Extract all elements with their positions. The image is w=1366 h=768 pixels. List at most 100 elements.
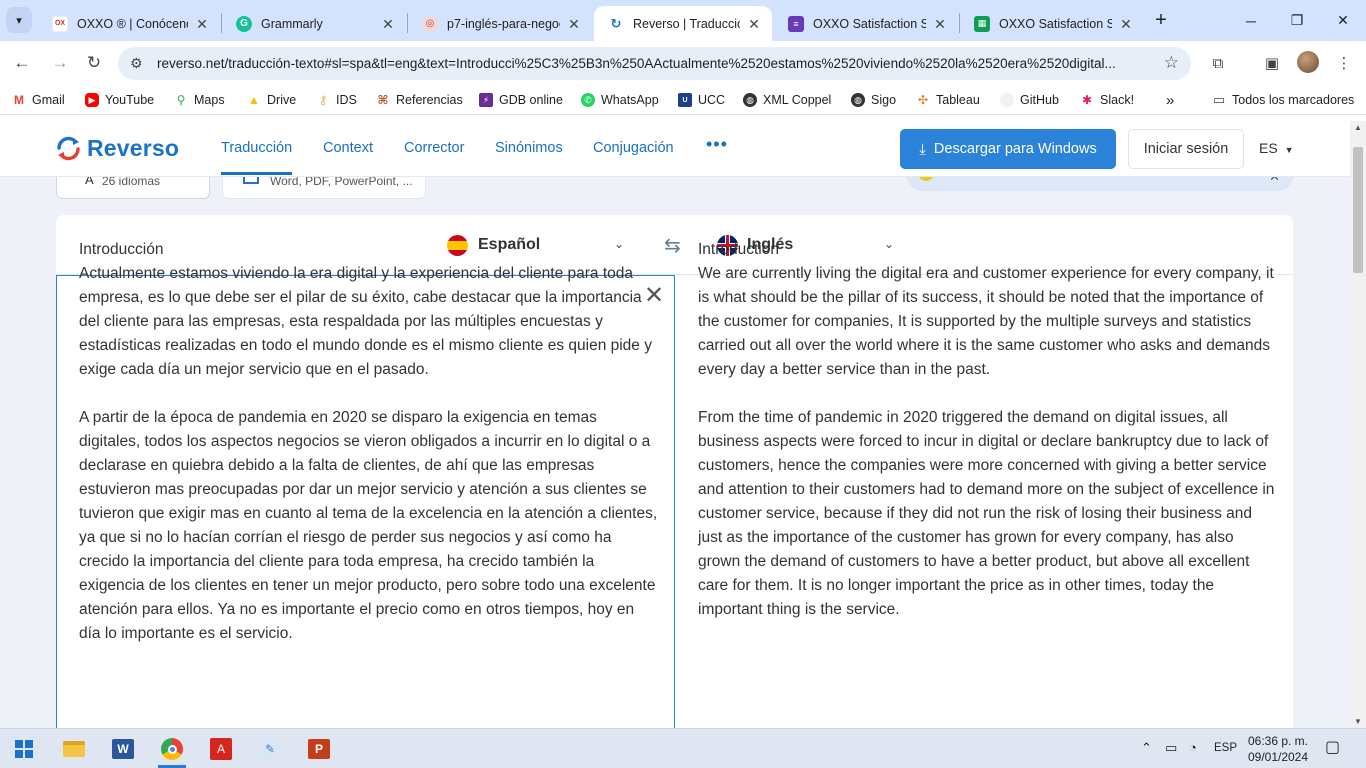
tab-oxxo-forms[interactable]: ≡ OXXO Satisfaction Su ✕	[774, 6, 958, 41]
nav-corrector[interactable]: Corrector	[404, 140, 464, 156]
forms-icon: ≡	[788, 15, 804, 32]
battery-icon[interactable]: ▭	[1165, 740, 1177, 756]
ids-icon: ⚷	[316, 93, 330, 107]
close-icon[interactable]: ✕	[566, 16, 582, 32]
palette-icon: ✎	[259, 739, 281, 759]
reverso-icon: ↻	[608, 15, 624, 32]
close-icon[interactable]: ✕	[1118, 16, 1134, 32]
site-header: Reverso Traducción Context Corrector Sin…	[0, 121, 1350, 177]
reverso-logo-icon	[55, 135, 82, 162]
tab-strip: ▾ OX OXXO ® | Conócenos ✕ G Grammarly ✕ …	[0, 0, 1366, 41]
tab-oxxo-sheets[interactable]: ▦ OXXO Satisfaction Su ✕	[960, 6, 1144, 41]
bookmark-ucc[interactable]: U UCC	[678, 91, 725, 109]
bookmark-youtube[interactable]: ▶ YouTube	[85, 91, 154, 109]
url-text[interactable]: reverso.net/traducción-texto#sl=spa&tl=e…	[157, 56, 1147, 71]
acrobat-button[interactable]: A	[201, 733, 241, 765]
close-icon[interactable]: ✕	[932, 16, 948, 32]
restore-button[interactable]: ❐	[1274, 0, 1320, 41]
side-panel-icon[interactable]: ▣	[1260, 51, 1284, 75]
reverso-logo[interactable]: Reverso	[55, 135, 179, 162]
windows-icon	[15, 740, 33, 758]
chrome-icon	[161, 738, 183, 760]
powerpoint-button[interactable]: P	[299, 733, 339, 765]
back-button[interactable]: ←	[8, 49, 36, 77]
extensions-icon[interactable]: ⧉	[1206, 51, 1230, 75]
scroll-down-icon[interactable]: ▼	[1354, 717, 1362, 726]
bookmark-referencias[interactable]: ⌘ Referencias	[376, 91, 463, 109]
tab-oxxo-conocenos[interactable]: OX OXXO ® | Conócenos ✕	[38, 6, 220, 41]
profile-avatar[interactable]	[1297, 51, 1319, 73]
tab-grammarly[interactable]: G Grammarly ✕	[222, 6, 406, 41]
ui-language-select[interactable]: ES ▼	[1259, 140, 1294, 156]
bookmark-maps[interactable]: ⚲ Maps	[174, 91, 225, 109]
wifi-icon[interactable]: ◔	[1189, 740, 1197, 755]
reload-icon: ↻	[86, 53, 102, 72]
bookmark-github[interactable]: GitHub	[1000, 91, 1059, 109]
forward-button[interactable]: →	[46, 49, 74, 77]
folder-icon	[63, 741, 85, 757]
word-button[interactable]: W	[103, 733, 143, 765]
input-language-indicator[interactable]: ESP	[1214, 742, 1237, 754]
whatsapp-icon: ✆	[581, 93, 595, 107]
bookmark-gmail[interactable]: M Gmail	[12, 91, 65, 109]
bookmark-drive[interactable]: ▲ Drive	[247, 91, 296, 109]
referencias-icon: ⌘	[376, 93, 390, 107]
swap-languages-button[interactable]: ⇆	[664, 233, 681, 258]
maps-icon: ⚲	[174, 93, 188, 107]
nav-sinonimos[interactable]: Sinónimos	[495, 140, 563, 156]
minimize-button[interactable]: ─	[1228, 0, 1274, 41]
notifications-icon[interactable]: ▢	[1325, 737, 1340, 757]
nav-traduccion[interactable]: Traducción	[221, 140, 293, 175]
powerpoint-icon: P	[308, 739, 330, 759]
bookmark-whatsapp[interactable]: ✆ WhatsApp	[581, 91, 659, 109]
bookmark-gdb-online[interactable]: ⚡ GDB online	[479, 91, 563, 109]
bookmark-star-icon[interactable]: ☆	[1164, 53, 1179, 73]
chevron-down-icon: ▾	[16, 14, 22, 27]
page-scrollbar[interactable]: ▲ ▼	[1350, 121, 1366, 728]
restore-icon: ❐	[1290, 12, 1304, 28]
start-button[interactable]	[4, 733, 44, 765]
tableau-icon: ✣	[916, 93, 930, 107]
scroll-up-icon[interactable]: ▲	[1354, 123, 1362, 132]
bookmark-ids[interactable]: ⚷ IDS	[316, 91, 357, 109]
new-tab-button[interactable]: +	[1150, 9, 1172, 31]
web-page: A 26 idiomas Word, PDF, PowerPoint, ... …	[0, 121, 1350, 728]
folder-icon: ▭	[1212, 92, 1226, 107]
tab-p7-ingles[interactable]: ◎ p7-inglés-para-negoc ✕	[408, 6, 592, 41]
bookmark-xml-coppel[interactable]: ◍ XML Coppel	[743, 91, 831, 109]
bookmarks-overflow-button[interactable]: »	[1166, 91, 1174, 109]
translator-card: Español ⌄ ⇆ Inglés ⌄ ✕ Introducción Actu…	[56, 215, 1293, 728]
close-icon[interactable]: ✕	[746, 16, 762, 32]
nav-conjugacion[interactable]: Conjugación	[593, 140, 674, 156]
nav-context[interactable]: Context	[323, 140, 373, 156]
bookmark-slack[interactable]: ✱ Slack!	[1080, 91, 1134, 109]
close-icon[interactable]: ✕	[380, 16, 396, 32]
clock[interactable]: 06:36 p. m. 09/01/2024	[1246, 733, 1310, 765]
address-bar[interactable]: ⚙ reverso.net/traducción-texto#sl=spa&tl…	[118, 47, 1191, 80]
sheets-icon: ▦	[974, 15, 990, 32]
download-windows-button[interactable]: ⤓ Descargar para Windows	[900, 129, 1116, 169]
file-icon: ◎	[422, 15, 438, 32]
minimize-icon: ─	[1246, 12, 1256, 29]
paint-button[interactable]: ✎	[250, 733, 290, 765]
bookmark-sigo[interactable]: ◍ Sigo	[851, 91, 896, 109]
all-bookmarks-folder[interactable]: ▭ Todos los marcadores	[1212, 91, 1354, 109]
login-button[interactable]: Iniciar sesión	[1128, 129, 1244, 169]
tab-reverso[interactable]: ↻ Reverso | Traducción ✕	[594, 6, 772, 41]
file-explorer-button[interactable]	[54, 733, 94, 765]
scrollbar-thumb[interactable]	[1353, 147, 1363, 273]
windows-taskbar: W A ✎ P ⌃ ▭ ◔ ESP 06:36 p. m. 09/01/2024…	[0, 728, 1366, 768]
show-hidden-icons-button[interactable]: ⌃	[1141, 740, 1152, 756]
chrome-button[interactable]	[152, 733, 192, 768]
more-menu-icon[interactable]: ⋮	[1332, 51, 1356, 75]
github-icon	[1000, 93, 1014, 107]
close-icon[interactable]: ✕	[194, 16, 210, 32]
site-info-icon[interactable]: ⚙	[130, 55, 143, 72]
source-text[interactable]: Introducción Actualmente estamos viviend…	[79, 238, 659, 646]
document-icon	[243, 176, 259, 184]
close-window-button[interactable]: ✕	[1320, 0, 1366, 41]
tab-search-button[interactable]: ▾	[6, 7, 32, 33]
more-nav-button[interactable]: •••	[706, 134, 728, 155]
reload-button[interactable]: ↻	[80, 49, 108, 77]
bookmark-tableau[interactable]: ✣ Tableau	[916, 91, 980, 109]
